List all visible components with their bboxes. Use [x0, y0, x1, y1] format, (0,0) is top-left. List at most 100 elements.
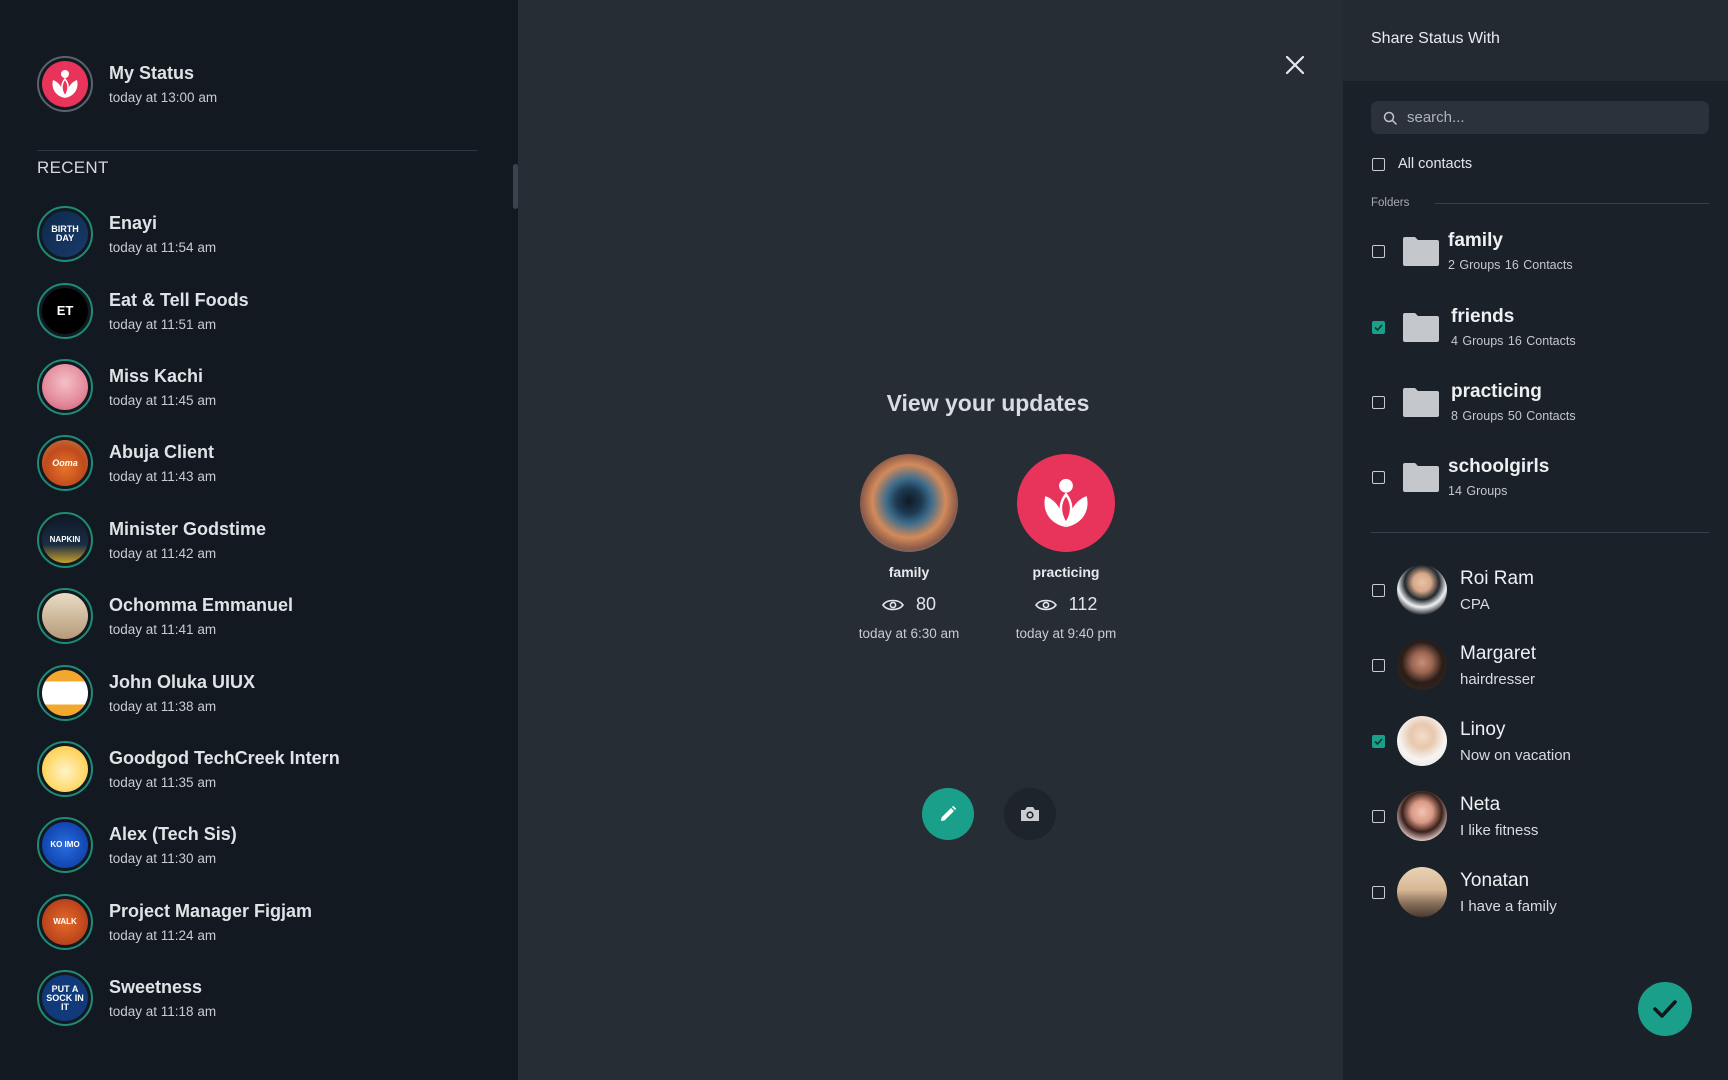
contact-status: I have a family [1460, 897, 1557, 915]
status-ring: NAPKIN [37, 511, 93, 568]
search-icon [1383, 111, 1397, 125]
share-panel: Share Status With All contacts Folders f… [1343, 0, 1728, 1080]
confirm-share-button[interactable] [1638, 982, 1692, 1036]
all-contacts-label: All contacts [1398, 156, 1473, 172]
my-status[interactable]: My Status today at 13:00 am [37, 56, 217, 112]
close-button[interactable] [1282, 52, 1308, 78]
status-time: today at 11:35 am [109, 774, 217, 790]
search-box[interactable] [1371, 101, 1709, 134]
view-count-value: 80 [915, 594, 937, 614]
status-ring [37, 740, 93, 797]
list-item[interactable]: ET Eat & Tell Foods today at 11:51 am [37, 272, 340, 348]
list-item[interactable]: KO IMO Alex (Tech Sis) today at 11:30 am [37, 807, 340, 883]
share-panel-title: Share Status With [1343, 0, 1728, 81]
contact-name: John Oluka UIUX [109, 671, 256, 692]
status-time: today at 11:24 am [109, 927, 217, 943]
contact-name: Enayi [109, 213, 158, 234]
checkbox[interactable] [1372, 395, 1385, 409]
contact-name: Alex (Tech Sis) [109, 824, 237, 845]
status-list-panel: My Status today at 13:00 am RECENT BIRTH… [0, 0, 518, 1080]
checkbox-checked[interactable] [1372, 320, 1385, 334]
avatar [42, 669, 88, 716]
status-time: today at 11:41 am [109, 622, 217, 638]
folder-item-friends[interactable]: friends 4 Groups 16 Contacts [1372, 306, 1576, 348]
folder-details: 8 Groups 50 Contacts [1451, 409, 1576, 423]
contact-name: Project Manager Figjam [109, 900, 313, 921]
view-count: 112 [981, 594, 1151, 615]
contact-status: I like fitness [1460, 821, 1539, 839]
status-time: today at 11:30 am [109, 851, 217, 867]
list-item[interactable]: Ochomma Emmanuel today at 11:41 am [37, 578, 340, 654]
list-item[interactable]: John Oluka UIUX today at 11:38 am [37, 654, 340, 730]
divider [1371, 532, 1709, 533]
list-item[interactable]: Ooma Abuja Client today at 11:43 am [37, 425, 340, 501]
contact-status: Now on vacation [1460, 746, 1571, 764]
update-label: practicing [1032, 564, 1100, 580]
list-item[interactable]: Miss Kachi today at 11:45 am [37, 349, 340, 425]
close-icon [1285, 55, 1305, 75]
text-status-button[interactable] [922, 788, 974, 840]
view-count-value: 112 [1068, 594, 1098, 614]
contact-item-roi-ram[interactable]: Roi Ram CPA [1372, 565, 1534, 615]
folder-item-practicing[interactable]: practicing 8 Groups 50 Contacts [1372, 381, 1576, 423]
update-card-family[interactable]: family 80 today at 6:30 am [824, 454, 994, 641]
contact-name: Ochomma Emmanuel [109, 595, 294, 616]
checkbox-checked[interactable] [1372, 734, 1385, 748]
contact-name: Goodgod TechCreek Intern [109, 747, 340, 768]
check-icon [1653, 1000, 1677, 1018]
folder-item-schoolgirls[interactable]: schoolgirls 14 Groups [1372, 456, 1549, 498]
folder-name: practicing [1451, 381, 1542, 402]
folder-icon [1403, 388, 1439, 417]
contact-item-margaret[interactable]: Margaret hairdresser [1372, 640, 1536, 690]
checkbox[interactable] [1372, 658, 1385, 672]
avatar: WALK [42, 898, 88, 945]
status-ring [37, 588, 93, 645]
contact-name: Roi Ram [1460, 567, 1534, 589]
camera-status-button[interactable] [1004, 788, 1056, 840]
search-input[interactable] [1407, 109, 1687, 126]
list-item[interactable]: NAPKIN Minister Godstime today at 11:42 a… [37, 502, 340, 578]
recent-heading: RECENT [37, 158, 109, 177]
status-time: today at 11:42 am [109, 545, 217, 561]
contact-name: Sweetness [109, 977, 203, 998]
page-title: View your updates [886, 390, 1090, 416]
list-item[interactable]: Goodgod TechCreek Intern today at 11:35 a… [37, 731, 340, 807]
recent-status-list: BIRTH DAY Enayi today at 11:54 am ET Eat … [37, 196, 340, 1036]
camera-icon [1021, 807, 1039, 821]
checkbox[interactable] [1372, 470, 1385, 484]
checkbox[interactable] [1372, 885, 1385, 899]
contact-item-yonatan[interactable]: Yonatan I have a family [1372, 867, 1557, 917]
eye-icon [1034, 599, 1057, 610]
folder-item-family[interactable]: family 2 Groups 16 Contacts [1372, 230, 1573, 272]
check-icon [1374, 323, 1383, 331]
avatar [1397, 565, 1447, 615]
contact-item-linoy[interactable]: Linoy Now on vacation [1372, 716, 1571, 766]
folders-heading: Folders [1371, 197, 1410, 209]
contact-name: Abuja Client [109, 442, 215, 463]
checkbox[interactable] [1372, 583, 1385, 597]
lotus-logo-icon [42, 61, 88, 107]
scrollbar-thumb[interactable] [513, 164, 518, 209]
avatar [42, 363, 88, 410]
contact-status: hairdresser [1460, 670, 1536, 688]
all-contacts-option[interactable]: All contacts [1372, 156, 1472, 172]
checkbox[interactable] [1372, 809, 1385, 823]
status-time: today at 11:51 am [109, 316, 217, 332]
checkbox[interactable] [1372, 244, 1385, 258]
folder-icon [1403, 463, 1439, 492]
checkbox[interactable] [1372, 157, 1385, 171]
avatar [42, 593, 88, 640]
status-time: today at 11:54 am [109, 240, 217, 256]
contact-item-neta[interactable]: Neta I like fitness [1372, 791, 1538, 841]
status-ring: BIRTH DAY [37, 206, 93, 263]
folder-name: family [1448, 230, 1503, 251]
contact-name: Minister Godstime [109, 518, 267, 539]
update-card-practicing[interactable]: practicing 112 today at 9:40 pm [981, 454, 1151, 641]
list-item[interactable]: WALK Project Manager Figjam today at 11:2… [37, 884, 340, 960]
update-time: today at 6:30 am [858, 626, 960, 641]
avatar [1397, 716, 1447, 766]
list-item[interactable]: PUT A SOCK IN IT Sweetness today at 11:18… [37, 960, 340, 1036]
avatar: Ooma [42, 440, 88, 487]
list-item[interactable]: BIRTH DAY Enayi today at 11:54 am [37, 196, 340, 272]
folder-name: friends [1451, 306, 1515, 327]
